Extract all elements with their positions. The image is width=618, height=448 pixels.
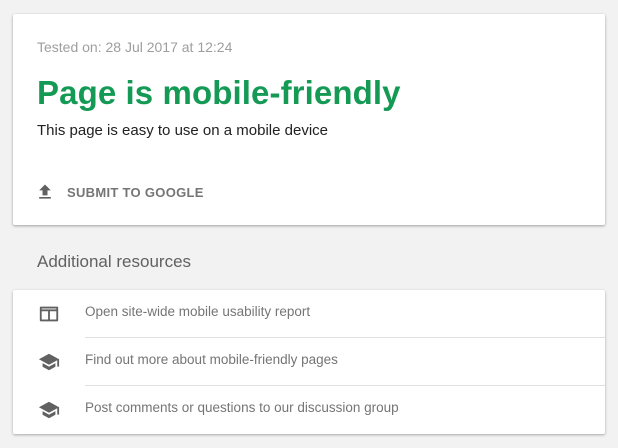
additional-resources-heading: Additional resources bbox=[37, 252, 192, 271]
page-root: Tested on: 28 Jul 2017 at 12:24 Page is … bbox=[0, 0, 618, 448]
school-cap-icon bbox=[38, 351, 60, 373]
resource-item-mobile-friendly-info[interactable]: Find out more about mobile-friendly page… bbox=[13, 338, 605, 385]
resources-card: Open site-wide mobile usability report F… bbox=[13, 290, 605, 434]
result-subtext: This page is easy to use on a mobile dev… bbox=[37, 122, 328, 139]
resource-item-label: Find out more about mobile-friendly page… bbox=[85, 352, 338, 367]
resource-item-label: Post comments or questions to our discus… bbox=[85, 400, 399, 415]
resource-item-usability-report[interactable]: Open site-wide mobile usability report bbox=[13, 290, 605, 337]
school-cap-icon bbox=[38, 399, 60, 421]
browser-window-icon bbox=[38, 303, 60, 325]
submit-to-google-button[interactable]: SUBMIT TO GOOGLE bbox=[35, 180, 204, 204]
upload-icon bbox=[35, 182, 55, 202]
submit-button-label: SUBMIT TO GOOGLE bbox=[67, 184, 204, 200]
resource-item-discussion-group[interactable]: Post comments or questions to our discus… bbox=[13, 386, 605, 433]
result-headline: Page is mobile-friendly bbox=[37, 74, 401, 111]
resource-item-label: Open site-wide mobile usability report bbox=[85, 304, 311, 319]
tested-on-timestamp: Tested on: 28 Jul 2017 at 12:24 bbox=[37, 39, 233, 55]
result-card: Tested on: 28 Jul 2017 at 12:24 Page is … bbox=[13, 14, 605, 225]
